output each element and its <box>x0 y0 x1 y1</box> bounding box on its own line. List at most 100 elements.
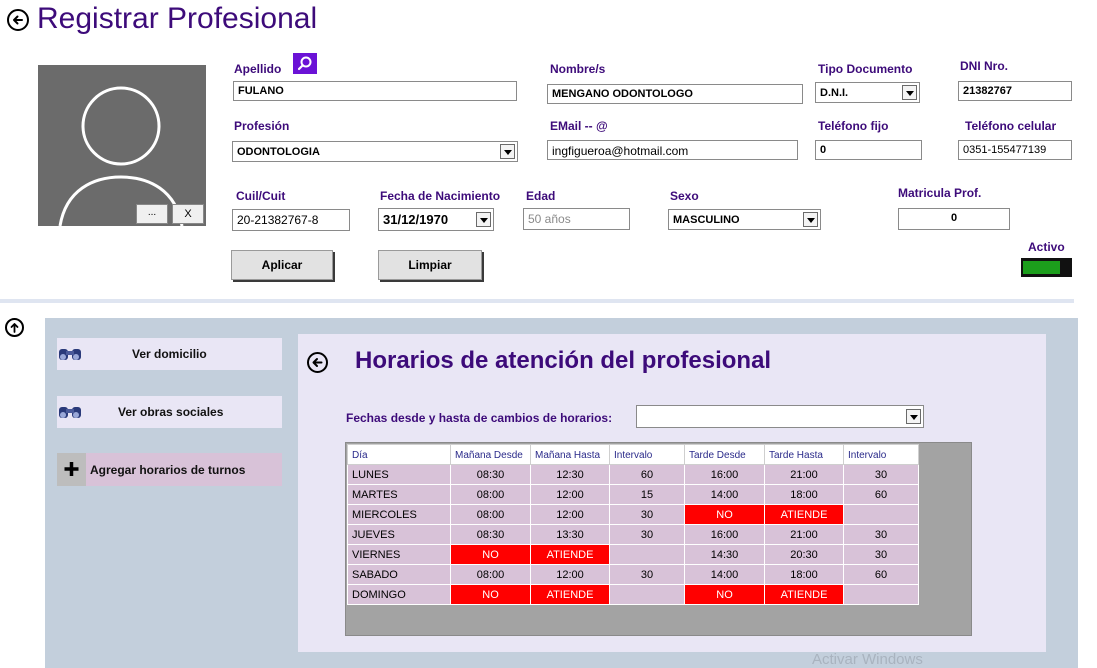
sidebar-item-ver-obras-sociales[interactable]: Ver obras sociales <box>57 396 282 428</box>
time-cell[interactable]: 14:00 <box>684 564 765 585</box>
time-cell[interactable]: 15 <box>609 484 685 505</box>
time-cell[interactable]: 30 <box>843 544 919 565</box>
time-cell[interactable]: NO <box>684 504 765 525</box>
time-cell[interactable]: 08:00 <box>450 484 531 505</box>
chevron-down-icon[interactable] <box>906 409 921 424</box>
back-arrow-icon[interactable] <box>7 9 29 31</box>
time-cell[interactable]: NO <box>450 584 531 605</box>
time-cell[interactable] <box>609 584 685 605</box>
time-cell[interactable]: 08:30 <box>450 524 531 545</box>
activo-label: Activo <box>1028 240 1065 254</box>
calendar-dropdown-icon[interactable] <box>476 212 491 227</box>
time-cell[interactable]: 30 <box>843 524 919 545</box>
tipo-documento-select[interactable]: D.N.I. <box>815 82 920 103</box>
day-cell[interactable]: SABADO <box>347 564 451 585</box>
search-button[interactable] <box>293 53 317 74</box>
activo-toggle[interactable] <box>1021 258 1072 277</box>
chevron-down-icon[interactable] <box>902 85 917 100</box>
profesion-value: ODONTOLOGIA <box>237 146 320 158</box>
table-row[interactable]: LUNES 08:30 12:30 60 16:00 21:00 30 <box>347 464 919 485</box>
table-row[interactable]: MARTES 08:00 12:00 15 14:00 18:00 60 <box>347 484 919 505</box>
time-cell[interactable]: 14:30 <box>684 544 765 565</box>
email-input[interactable]: ingfigueroa@hotmail.com <box>547 140 798 160</box>
photo-clear-button[interactable]: X <box>172 204 204 224</box>
fecha-nacimiento-picker[interactable]: 31/12/1970 <box>378 208 494 231</box>
time-cell[interactable]: 14:00 <box>684 484 765 505</box>
chevron-down-icon[interactable] <box>500 144 515 159</box>
sexo-select[interactable]: MASCULINO <box>668 209 821 230</box>
time-cell[interactable]: 13:30 <box>530 524 610 545</box>
day-cell[interactable]: MARTES <box>347 484 451 505</box>
time-cell[interactable] <box>609 544 685 565</box>
horarios-title: Horarios de atención del profesional <box>355 347 772 374</box>
time-cell[interactable]: NO <box>684 584 765 605</box>
toggle-fill <box>1023 261 1060 274</box>
time-cell[interactable]: 30 <box>609 524 685 545</box>
time-cell[interactable]: 18:00 <box>764 484 844 505</box>
profesion-select[interactable]: ODONTOLOGIA <box>232 141 518 162</box>
photo-browse-button[interactable]: ... <box>136 204 168 224</box>
apellido-input[interactable]: FULANO <box>233 81 517 101</box>
time-cell[interactable]: 30 <box>609 504 685 525</box>
time-cell[interactable]: 08:00 <box>450 504 531 525</box>
time-cell[interactable]: 12:00 <box>530 504 610 525</box>
time-cell[interactable]: 08:30 <box>450 464 531 485</box>
time-cell[interactable]: 60 <box>609 464 685 485</box>
matricula-input[interactable]: 0 <box>898 208 1010 230</box>
time-cell[interactable]: 20:30 <box>764 544 844 565</box>
fechas-select[interactable] <box>636 405 924 428</box>
time-cell[interactable]: 21:00 <box>764 464 844 485</box>
sidebar-item-agregar-horarios[interactable]: Agregar horarios de turnos <box>57 453 282 486</box>
time-cell[interactable]: 16:00 <box>684 524 765 545</box>
time-cell[interactable]: ATIENDE <box>764 504 844 525</box>
time-cell[interactable]: 08:00 <box>450 564 531 585</box>
back-arrow-icon[interactable] <box>307 352 328 373</box>
table-row[interactable]: VIERNES NO ATIENDE 14:30 20:30 30 <box>347 544 919 565</box>
dni-label: DNI Nro. <box>960 59 1008 73</box>
fecha-nacimiento-value: 31/12/1970 <box>383 212 449 227</box>
sidebar-item-ver-domicilio[interactable]: Ver domicilio <box>57 338 282 370</box>
cuil-label: Cuil/Cuit <box>236 189 286 203</box>
horarios-table: Día Mañana Desde Mañana Hasta Intervalo … <box>347 444 919 605</box>
nombre-input[interactable]: MENGANO ODONTOLOGO <box>547 84 803 104</box>
day-cell[interactable]: MIERCOLES <box>347 504 451 525</box>
time-cell[interactable]: 18:00 <box>764 564 844 585</box>
table-row[interactable]: SABADO 08:00 12:00 30 14:00 18:00 60 <box>347 564 919 585</box>
dni-input[interactable]: 21382767 <box>958 81 1072 101</box>
day-cell[interactable]: LUNES <box>347 464 451 485</box>
aplicar-button[interactable]: Aplicar <box>231 250 333 280</box>
time-cell[interactable]: 30 <box>609 564 685 585</box>
telefono-fijo-input[interactable]: 0 <box>815 140 922 160</box>
time-cell[interactable]: ATIENDE <box>764 584 844 605</box>
nombre-label: Nombre/s <box>550 62 606 76</box>
time-cell[interactable] <box>843 584 919 605</box>
limpiar-button[interactable]: Limpiar <box>378 250 482 280</box>
time-cell[interactable]: NO <box>450 544 531 565</box>
time-cell[interactable] <box>843 504 919 525</box>
time-cell[interactable]: 12:00 <box>530 564 610 585</box>
cuil-input[interactable]: 20-21382767-8 <box>232 209 350 231</box>
time-cell[interactable]: 21:00 <box>764 524 844 545</box>
time-cell[interactable]: 16:00 <box>684 464 765 485</box>
time-cell[interactable]: 30 <box>843 464 919 485</box>
chevron-down-icon[interactable] <box>803 212 818 227</box>
edad-input: 50 años <box>523 208 630 230</box>
column-header: Día <box>347 444 451 465</box>
day-cell[interactable]: VIERNES <box>347 544 451 565</box>
section-divider <box>0 299 1074 303</box>
day-cell[interactable]: JUEVES <box>347 524 451 545</box>
time-cell[interactable]: 12:00 <box>530 484 610 505</box>
time-cell[interactable]: 12:30 <box>530 464 610 485</box>
table-row[interactable]: DOMINGO NO ATIENDE NO ATIENDE <box>347 584 919 605</box>
table-row[interactable]: MIERCOLES 08:00 12:00 30 NO ATIENDE <box>347 504 919 525</box>
collapse-up-arrow-icon[interactable] <box>5 318 24 337</box>
time-cell[interactable]: ATIENDE <box>530 584 610 605</box>
day-cell[interactable]: DOMINGO <box>347 584 451 605</box>
telefono-celular-label: Teléfono celular <box>965 119 1057 133</box>
sidebar-item-label: Ver obras sociales <box>118 405 224 419</box>
time-cell[interactable]: ATIENDE <box>530 544 610 565</box>
time-cell[interactable]: 60 <box>843 484 919 505</box>
telefono-celular-input[interactable]: 0351-155477139 <box>958 140 1072 160</box>
table-row[interactable]: JUEVES 08:30 13:30 30 16:00 21:00 30 <box>347 524 919 545</box>
time-cell[interactable]: 60 <box>843 564 919 585</box>
